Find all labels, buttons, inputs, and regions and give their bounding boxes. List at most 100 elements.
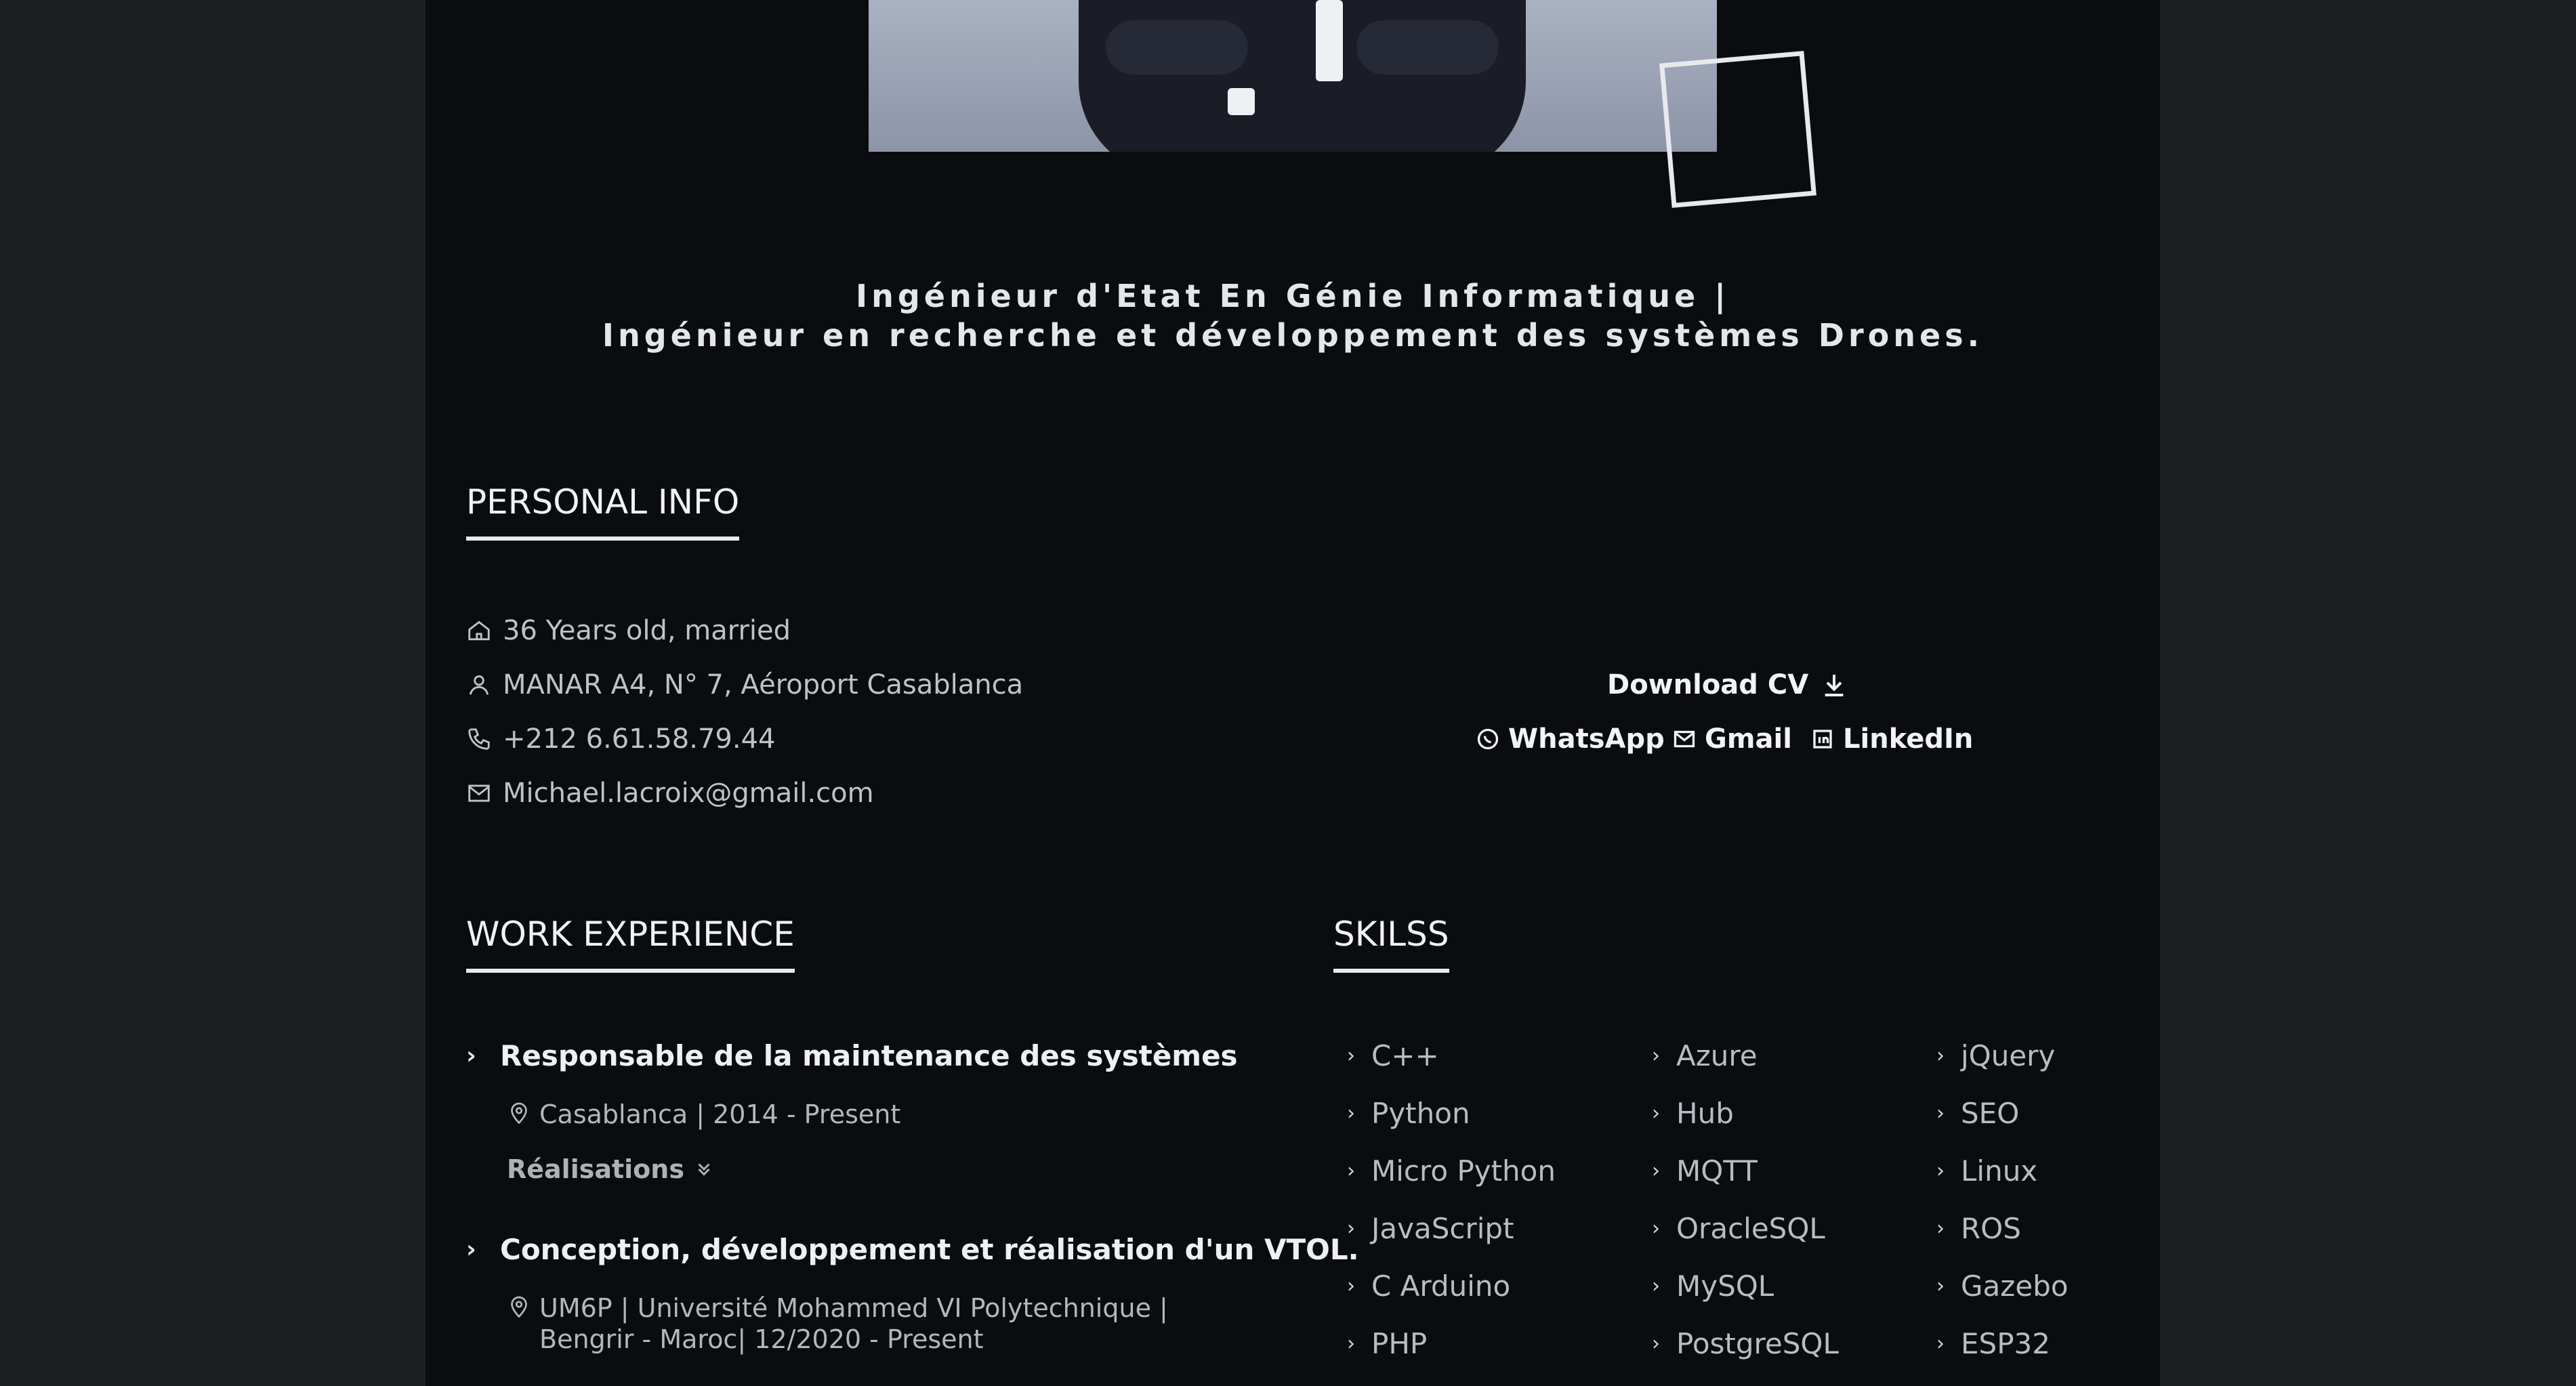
chevron-right-icon: ›	[1347, 1044, 1355, 1068]
phone-icon	[468, 728, 490, 750]
chevron-right-icon: ›	[1936, 1274, 1945, 1298]
skill-label: MQTT	[1676, 1154, 1758, 1188]
job-2-meta-line-1: UM6P | Université Mohammed VI Polytechni…	[539, 1293, 1168, 1323]
skill-item: › Python	[1347, 1097, 1470, 1130]
chevron-right-icon: ›	[1347, 1274, 1355, 1298]
whatsapp-label: WhatsApp	[1508, 723, 1665, 755]
job-2-title[interactable]: › Conception, développement et réalisati…	[466, 1233, 1359, 1266]
job-1-meta: Casablanca | 2014 - Present	[507, 1099, 900, 1130]
chevron-right-icon: ›	[1347, 1159, 1355, 1183]
whatsapp-icon	[1477, 728, 1499, 750]
skill-label: ESP32	[1961, 1327, 2050, 1360]
profile-photo	[869, 0, 1717, 152]
chevron-right-icon: ›	[1347, 1101, 1355, 1125]
skill-label: Python	[1371, 1097, 1470, 1130]
realisations-toggle[interactable]: Réalisations	[507, 1154, 714, 1184]
chevron-right-icon: ›	[1347, 1332, 1355, 1356]
chevron-right-icon: ›	[1652, 1274, 1660, 1298]
skill-label: C++	[1371, 1039, 1439, 1072]
decorative-square-frame	[1659, 51, 1816, 208]
skill-label: PostgreSQL	[1676, 1327, 1839, 1360]
skill-item: › PHP	[1347, 1327, 1427, 1360]
linkedin-label: LinkedIn	[1843, 723, 1974, 755]
job-1-title-text: Responsable de la maintenance des systèm…	[500, 1039, 1238, 1072]
job-2-meta-lines: UM6P | Université Mohammed VI Polytechni…	[539, 1293, 1168, 1355]
skill-label: SEO	[1961, 1097, 2020, 1130]
location-icon	[511, 1296, 527, 1318]
chevron-right-icon: ›	[466, 1236, 476, 1263]
download-cv-button[interactable]: Download CV	[1607, 669, 1848, 700]
chevron-right-icon: ›	[466, 1042, 476, 1070]
skill-label: JavaScript	[1371, 1212, 1514, 1245]
chevron-right-icon: ›	[1652, 1159, 1660, 1183]
job-2-meta-line-2: Bengrir - Maroc| 12/2020 - Present	[539, 1324, 984, 1354]
info-phone: +212 6.61.58.79.44	[466, 723, 775, 755]
home-icon	[468, 621, 490, 641]
chevron-right-icon: ›	[1936, 1159, 1945, 1183]
gmail-icon	[1674, 730, 1695, 748]
skill-item: › Gazebo	[1936, 1269, 2069, 1303]
skill-item: › ESP32	[1936, 1327, 2050, 1360]
arm-left	[1106, 20, 1248, 75]
info-address: MANAR A4, N° 7, Aéroport Casablanca	[466, 669, 1023, 700]
skill-label: Micro Python	[1371, 1154, 1556, 1188]
gmail-label: Gmail	[1705, 723, 1792, 755]
info-phone-text: +212 6.61.58.79.44	[503, 723, 776, 755]
chevron-right-icon: ›	[1936, 1217, 1945, 1240]
download-cv-label: Download CV	[1607, 669, 1809, 700]
skill-item: › Micro Python	[1347, 1154, 1556, 1188]
chevron-right-icon: ›	[1347, 1217, 1355, 1240]
skill-label: jQuery	[1961, 1039, 2056, 1072]
skill-item: › MySQL	[1652, 1269, 1774, 1303]
job-1-meta-text: Casablanca | 2014 - Present	[539, 1099, 901, 1129]
info-email-text: Michael.lacroix@gmail.com	[503, 778, 874, 809]
shirt-cuff	[1316, 0, 1343, 81]
skill-label: Linux	[1961, 1154, 2038, 1188]
skill-label: Hub	[1676, 1097, 1734, 1130]
skills-title: SKILSS	[1333, 915, 1449, 973]
job-1-title[interactable]: › Responsable de la maintenance des syst…	[466, 1039, 1238, 1072]
skill-item: › PostgreSQL	[1652, 1327, 1839, 1360]
skill-item: › SEO	[1936, 1097, 2019, 1130]
skill-label: C Arduino	[1371, 1269, 1511, 1303]
user-icon	[469, 675, 489, 695]
skill-label: Azure	[1676, 1039, 1758, 1072]
info-email: Michael.lacroix@gmail.com	[466, 778, 874, 809]
personal-info-title: PERSONAL INFO	[466, 482, 740, 541]
work-experience-title: WORK EXPERIENCE	[466, 915, 795, 973]
chevrons-down-icon	[698, 1163, 710, 1176]
chevron-right-icon: ›	[1652, 1332, 1660, 1356]
linkedin-link[interactable]: LinkedIn	[1810, 723, 1973, 755]
linkedin-icon	[1813, 730, 1832, 749]
chevron-right-icon: ›	[1936, 1332, 1945, 1356]
skill-item: › Azure	[1652, 1039, 1758, 1072]
whatsapp-link[interactable]: WhatsApp	[1476, 723, 1665, 755]
job-2-title-text: Conception, développement et réalisation…	[500, 1233, 1359, 1266]
realisations-label: Réalisations	[507, 1154, 684, 1184]
mail-icon	[468, 784, 490, 802]
gmail-link[interactable]: Gmail	[1672, 723, 1792, 755]
chevron-right-icon: ›	[1936, 1044, 1945, 1068]
chevron-right-icon: ›	[1652, 1044, 1660, 1068]
download-icon	[1825, 675, 1844, 696]
skill-item: › C++	[1347, 1039, 1439, 1072]
shirt-collar	[1228, 88, 1255, 115]
headline-line-1: Ingénieur d'Etat En Génie Informatique |	[855, 278, 1730, 314]
skill-item: › Hub	[1652, 1097, 1734, 1130]
skill-item: › MQTT	[1652, 1154, 1758, 1188]
skill-label: ROS	[1961, 1212, 2021, 1245]
skill-item: › ROS	[1936, 1212, 2021, 1245]
job-2-meta: UM6P | Université Mohammed VI Polytechni…	[507, 1293, 1168, 1355]
skill-label: Gazebo	[1961, 1269, 2069, 1303]
skill-label: OracleSQL	[1676, 1212, 1825, 1245]
skill-item: › jQuery	[1936, 1039, 2055, 1072]
skill-item: › Linux	[1936, 1154, 2037, 1188]
arm-right	[1356, 20, 1499, 75]
skill-label: MySQL	[1676, 1269, 1774, 1303]
skill-item: › C Arduino	[1347, 1269, 1510, 1303]
info-age-text: 36 Years old, married	[503, 615, 791, 646]
info-address-text: MANAR A4, N° 7, Aéroport Casablanca	[503, 669, 1024, 700]
skill-label: PHP	[1371, 1327, 1428, 1360]
skill-item: › OracleSQL	[1652, 1212, 1825, 1245]
headline: Ingénieur d'Etat En Génie Informatique |…	[425, 276, 2160, 355]
